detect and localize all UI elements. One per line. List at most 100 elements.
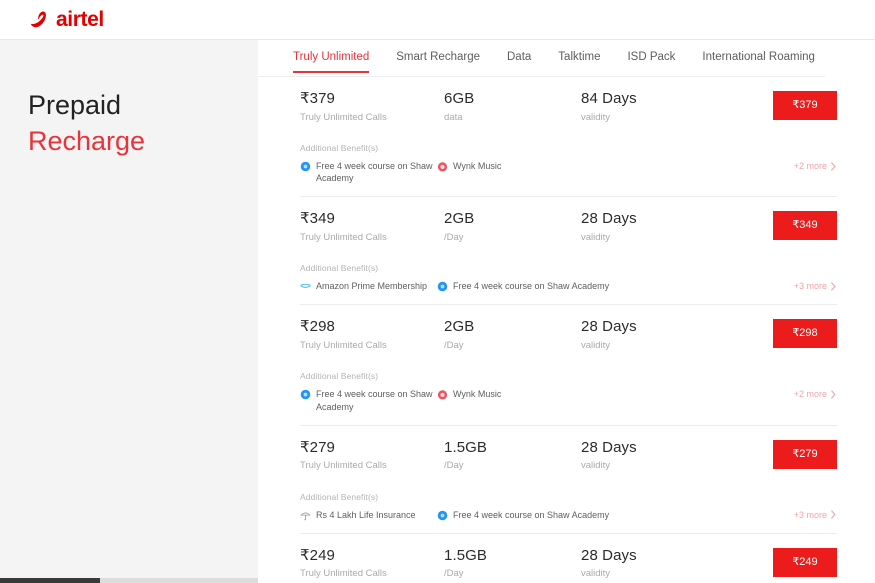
page-bottom-edge-white [258,578,875,583]
benefit-item: Free 4 week course on Shaw Academy [437,280,617,292]
plan-price-column: ₹298 Truly Unlimited Calls [300,319,444,351]
plan-validity-column: 28 Days validity [581,319,716,351]
plan-data-column: 6GB data [444,91,581,123]
page-title-line2: Recharge [28,124,258,160]
plan-data-sub: /Day [444,340,581,351]
plan-action-column: ₹379 [716,91,837,120]
content-panel: Truly Unlimited Smart Recharge Data Talk… [258,40,875,583]
plan-summary: ₹349 Truly Unlimited Calls 2GB /Day 28 D… [300,211,837,253]
plan-validity: 28 Days [581,319,716,336]
benefits-row: Free 4 week course on Shaw Academy Wynk … [300,388,837,424]
tab-isd-pack[interactable]: ISD Pack [627,52,675,73]
plan-data: 1.5GB [444,548,581,565]
shaw-academy-icon [300,389,311,400]
recharge-button[interactable]: ₹298 [773,319,837,348]
airtel-logo-text: airtel [56,9,104,30]
plan-validity: 28 Days [581,440,716,457]
life-insurance-umbrella-icon [300,510,311,521]
tab-talktime[interactable]: Talktime [558,52,600,73]
benefit-text: Free 4 week course on Shaw Academy [316,160,437,184]
left-panel: Prepaid Recharge [0,40,258,583]
plan-price: ₹349 [300,211,444,228]
more-benefits-link[interactable]: +3 more [794,510,837,520]
plan-row: ₹249 Truly Unlimited Calls 1.5GB /Day 28… [300,534,837,583]
wynk-music-icon [437,389,448,400]
plan-data-column: 2GB /Day [444,211,581,243]
amazon-prime-icon [300,281,311,292]
plan-validity-column: 28 Days validity [581,211,716,243]
more-benefits-link[interactable]: +3 more [794,281,837,291]
benefits-label: Additional Benefit(s) [300,143,837,153]
plan-price-sub: Truly Unlimited Calls [300,340,444,351]
plan-data-sub: /Day [444,232,581,243]
plan-validity-column: 28 Days validity [581,440,716,472]
benefit-text: Free 4 week course on Shaw Academy [316,388,437,412]
plan-validity: 28 Days [581,211,716,228]
more-benefits-label: +2 more [794,389,827,399]
plan-price: ₹279 [300,440,444,457]
tab-truly-unlimited[interactable]: Truly Unlimited [293,52,369,73]
benefit-text: Free 4 week course on Shaw Academy [453,280,609,292]
page-bottom-edge [0,578,875,583]
plan-row: ₹279 Truly Unlimited Calls 1.5GB /Day 28… [300,426,837,534]
benefits-row: Rs 4 Lakh Life Insurance Free 4 week cou… [300,509,837,533]
more-benefits-label: +3 more [794,281,827,291]
plan-price: ₹379 [300,91,444,108]
plan-action-column: ₹279 [716,440,837,469]
plan-action-column: ₹249 [716,548,837,577]
plan-summary: ₹379 Truly Unlimited Calls 6GB data 84 D… [300,91,837,133]
benefit-item: Amazon Prime Membership [300,280,437,292]
shaw-academy-icon [437,281,448,292]
tab-data[interactable]: Data [507,52,531,73]
page-body: Prepaid Recharge Truly Unlimited Smart R… [0,40,875,583]
plan-validity-sub: validity [581,340,716,351]
plan-price-sub: Truly Unlimited Calls [300,232,444,243]
plan-price-column: ₹379 Truly Unlimited Calls [300,91,444,123]
plan-price-column: ₹279 Truly Unlimited Calls [300,440,444,472]
more-benefits-link[interactable]: +2 more [794,161,837,171]
plan-validity-sub: validity [581,460,716,471]
more-benefits-label: +2 more [794,161,827,171]
plan-price-column: ₹349 Truly Unlimited Calls [300,211,444,243]
recharge-button[interactable]: ₹249 [773,548,837,577]
plan-data-sub: data [444,112,581,123]
recharge-button[interactable]: ₹279 [773,440,837,469]
benefit-text: Rs 4 Lakh Life Insurance [316,509,416,521]
benefit-text: Free 4 week course on Shaw Academy [453,509,609,521]
recharge-button[interactable]: ₹379 [773,91,837,120]
more-benefits-link[interactable]: +2 more [794,389,837,399]
airtel-swoosh-icon [28,9,50,31]
benefits-row: Amazon Prime Membership Free 4 week cour… [300,280,837,304]
recharge-button[interactable]: ₹349 [773,211,837,240]
wynk-music-icon [437,161,448,172]
benefits-row: Free 4 week course on Shaw Academy Wynk … [300,160,837,196]
benefit-text: Amazon Prime Membership [316,280,427,292]
benefits-label: Additional Benefit(s) [300,263,837,273]
benefit-text: Wynk Music [453,160,501,172]
airtel-logo[interactable]: airtel [28,9,104,31]
benefit-text: Wynk Music [453,388,501,400]
plan-validity: 28 Days [581,548,716,565]
benefit-item: Free 4 week course on Shaw Academy [300,160,437,184]
plan-validity: 84 Days [581,91,716,108]
chevron-right-icon [830,510,837,519]
benefit-item: Free 4 week course on Shaw Academy [437,509,617,521]
plan-data-column: 1.5GB /Day [444,548,581,580]
benefits-label: Additional Benefit(s) [300,371,837,381]
chevron-right-icon [830,162,837,171]
chevron-right-icon [830,390,837,399]
plan-data: 1.5GB [444,440,581,457]
benefit-item: Wynk Music [437,160,617,172]
plan-data-sub: /Day [444,460,581,471]
plan-summary: ₹298 Truly Unlimited Calls 2GB /Day 28 D… [300,319,837,361]
benefits-label: Additional Benefit(s) [300,492,837,502]
tab-international-roaming[interactable]: International Roaming [702,52,815,73]
shaw-academy-icon [300,161,311,172]
page-title-line1: Prepaid [28,88,258,124]
plan-data: 6GB [444,91,581,108]
plan-price-sub: Truly Unlimited Calls [300,112,444,123]
plan-data: 2GB [444,211,581,228]
plan-validity-column: 28 Days validity [581,548,716,580]
plan-row: ₹298 Truly Unlimited Calls 2GB /Day 28 D… [300,305,837,425]
tab-smart-recharge[interactable]: Smart Recharge [396,52,480,73]
